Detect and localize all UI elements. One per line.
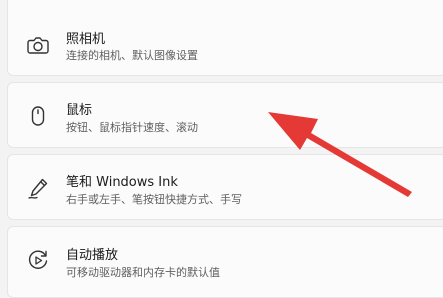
settings-item-mouse[interactable]: 鼠标 按钮、鼠标指针速度、滚动: [7, 82, 443, 148]
mouse-description: 按钮、鼠标指针速度、滚动: [66, 121, 198, 134]
camera-title: 照相机: [66, 32, 106, 47]
camera-description: 连接的相机、默认图像设置: [66, 49, 198, 62]
autoplay-icon: [24, 246, 52, 274]
camera-icon: [24, 31, 52, 59]
autoplay-title: 自动播放: [66, 248, 119, 263]
settings-item-autoplay[interactable]: 自动播放 可移动驱动器和内存卡的默认值: [7, 226, 443, 298]
mouse-icon: [24, 102, 52, 130]
pen-description: 右手或左手、笔按钮快捷方式、手写: [66, 193, 242, 206]
settings-item-pen-windows-ink[interactable]: 笔和 Windows Ink 右手或左手、笔按钮快捷方式、手写: [7, 154, 443, 220]
pen-icon: [24, 174, 52, 202]
pen-title: 笔和 Windows Ink: [66, 175, 178, 190]
autoplay-description: 可移动驱动器和内存卡的默认值: [66, 266, 220, 279]
mouse-title: 鼠标: [66, 103, 93, 118]
settings-item-camera[interactable]: 照相机 连接的相机、默认图像设置: [7, 0, 443, 76]
